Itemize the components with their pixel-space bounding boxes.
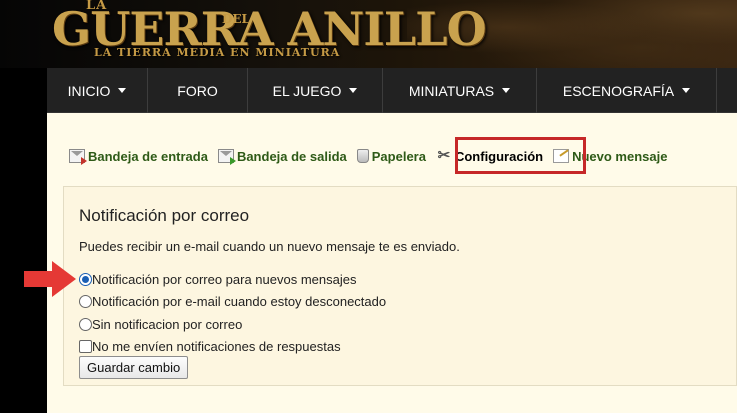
- tab-trash[interactable]: Papelera: [356, 148, 426, 164]
- tab-inbox[interactable]: Bandeja de entrada: [69, 148, 208, 165]
- panel-description: Puedes recibir un e-mail cuando un nuevo…: [79, 239, 460, 254]
- caret-down-icon: [682, 88, 691, 93]
- settings-tools-icon: ✂: [437, 147, 451, 164]
- option-label: Sin notificacion por correo: [92, 317, 243, 332]
- nav-label: FORO: [177, 82, 218, 99]
- save-button[interactable]: Guardar cambio: [79, 356, 189, 379]
- inbox-icon: [69, 149, 87, 165]
- site-logo[interactable]: LA GUERRA ANILLO DEL LA TIERRA MEDIA EN …: [52, 0, 487, 66]
- option-no-replies[interactable]: No me envíen notificaciones de respuesta…: [79, 339, 341, 354]
- nav-item-foro[interactable]: FORO: [148, 68, 248, 113]
- nav-label: MINIATURAS: [408, 82, 495, 99]
- tab-label: Bandeja de entrada: [88, 148, 208, 164]
- message-tabs: Bandeja de entrada Bandeja de salida Pap…: [69, 147, 677, 165]
- site-banner: LA GUERRA ANILLO DEL LA TIERRA MEDIA EN …: [0, 0, 737, 68]
- nav-item-miniaturas[interactable]: MINIATURAS: [383, 68, 537, 113]
- option-label: Notificación por correo para nuevos mens…: [92, 272, 357, 287]
- nav-item-inicio[interactable]: INICIO: [47, 68, 148, 113]
- radio-no-notification[interactable]: [79, 318, 92, 331]
- outbox-icon: [217, 149, 236, 165]
- nav-item-escenografia[interactable]: ESCENOGRAFÍA: [537, 68, 717, 113]
- email-notification-panel: Notificación por correo Puedes recibir u…: [63, 186, 737, 386]
- radio-when-offline[interactable]: [79, 295, 92, 308]
- nav-label: EL JUEGO: [272, 82, 342, 99]
- caret-down-icon: [502, 88, 511, 93]
- panel-title: Notificación por correo: [79, 206, 250, 225]
- tab-label: Bandeja de salida: [236, 148, 347, 164]
- trash-icon: [356, 149, 369, 163]
- option-label: Notificación por e-mail cuando estoy des…: [92, 294, 387, 309]
- main-nav: INICIO FORO EL JUEGO MINIATURAS ESCENOGR…: [47, 68, 737, 113]
- option-label: No me envíen notificaciones de respuesta…: [92, 339, 341, 354]
- option-when-offline[interactable]: Notificación por e-mail cuando estoy des…: [79, 294, 386, 309]
- caret-down-icon: [118, 88, 127, 93]
- annotation-arrow-icon: [24, 261, 76, 297]
- option-new-messages[interactable]: Notificación por correo para nuevos mens…: [79, 272, 356, 287]
- logo-del-text: DEL: [222, 12, 250, 26]
- tab-outbox[interactable]: Bandeja de salida: [217, 148, 347, 165]
- tab-label: Nuevo mensaje: [572, 148, 668, 164]
- tab-label: Papelera: [371, 148, 426, 164]
- nav-label: ESCENOGRAFÍA: [562, 82, 675, 99]
- checkbox-no-replies[interactable]: [79, 340, 92, 353]
- option-no-notification[interactable]: Sin notificacion por correo: [79, 317, 242, 332]
- logo-subtitle: LA TIERRA MEDIA EN MINIATURA: [94, 46, 341, 59]
- nav-item-el-juego[interactable]: EL JUEGO: [248, 68, 383, 113]
- main-content: Bandeja de entrada Bandeja de salida Pap…: [47, 113, 737, 413]
- settings-highlight-box: [455, 137, 586, 174]
- radio-new-messages[interactable]: [79, 273, 92, 286]
- nav-label: INICIO: [67, 82, 111, 99]
- caret-down-icon: [349, 88, 358, 93]
